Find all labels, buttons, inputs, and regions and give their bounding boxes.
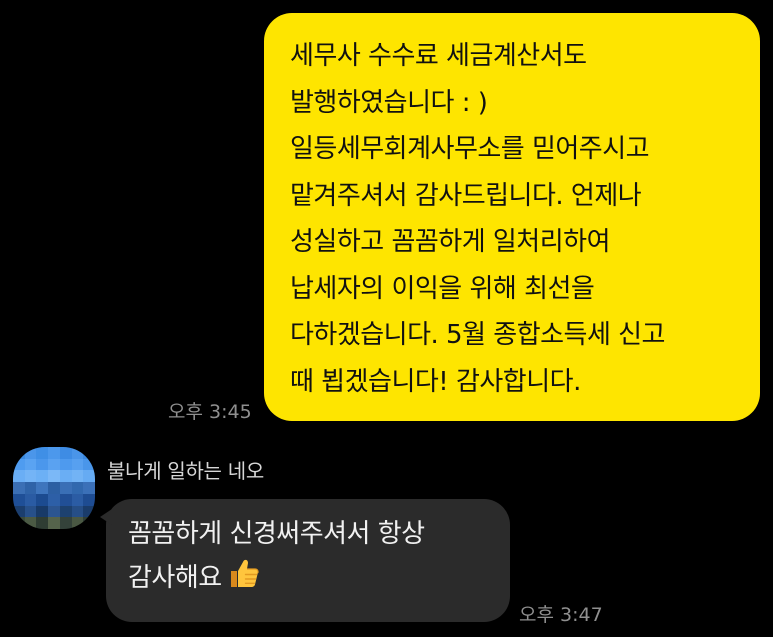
sender-avatar[interactable] xyxy=(13,447,95,529)
thumbs-up-icon xyxy=(226,556,260,604)
sender-name: 불나게 일하는 네오 xyxy=(107,459,264,483)
outgoing-message-line: 맡겨주셔서 감사드립니다. 언제나 xyxy=(290,180,642,211)
incoming-message-line: 감사해요 xyxy=(128,556,490,604)
chat-room: 세무사 수수료 세금계산서도 발행하였습니다 : ) 일등세무회계사무소를 믿어… xyxy=(0,0,773,637)
outgoing-message-bubble[interactable]: 세무사 수수료 세금계산서도 발행하였습니다 : ) 일등세무회계사무소를 믿어… xyxy=(264,13,760,421)
outgoing-message-line: 세무사 수수료 세금계산서도 xyxy=(290,41,587,71)
outgoing-message-time: 오후 3:45 xyxy=(168,401,252,423)
incoming-message-time: 오후 3:47 xyxy=(519,604,603,626)
incoming-message-line: 꼼꼼하게 신경써주셔서 항상 xyxy=(128,519,425,549)
incoming-message-text: 감사해요 xyxy=(128,563,222,593)
outgoing-message-line: 성실하고 꼼꼼하게 일처리하여 xyxy=(290,227,611,257)
bubble-tail xyxy=(100,509,112,525)
outgoing-message-line: 다하겠습니다. 5월 종합소득세 신고 xyxy=(290,320,665,350)
outgoing-message-line: 발행하였습니다 : ) xyxy=(290,87,488,118)
outgoing-message-line: 납세자의 이익을 위해 최선을 xyxy=(290,273,595,304)
incoming-message-bubble[interactable]: 꼼꼼하게 신경써주셔서 항상 감사해요 xyxy=(100,499,510,622)
outgoing-message-line: 일등세무회계사무소를 믿어주시고 xyxy=(290,134,650,164)
outgoing-message-line: 때 뵙겠습니다! 감사합니다. xyxy=(290,366,581,397)
